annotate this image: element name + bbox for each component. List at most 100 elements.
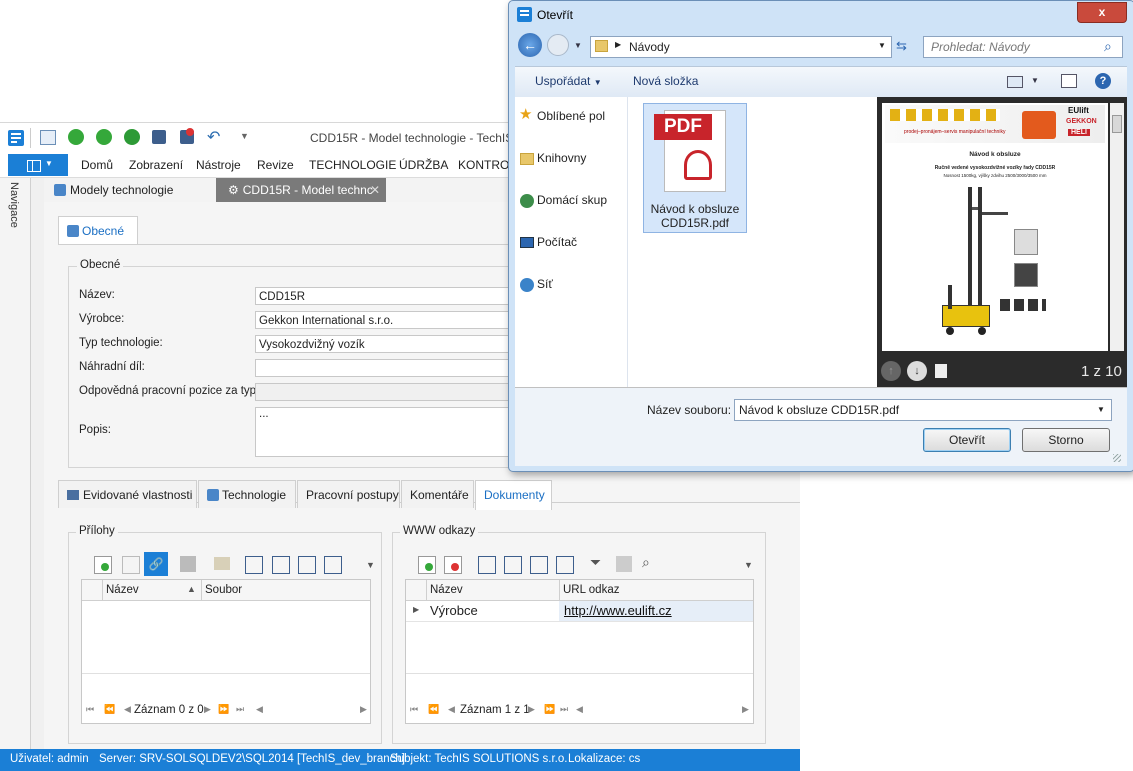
menu-nastroje[interactable]: Nástroje	[196, 158, 241, 172]
remove-attachment-icon[interactable]	[122, 556, 140, 574]
back-button[interactable]: ←	[518, 33, 542, 57]
scroll-left-icon[interactable]: ◀	[256, 704, 263, 715]
clear-filter-icon[interactable]	[616, 556, 632, 572]
save-file-icon[interactable]	[180, 556, 196, 572]
close-icon[interactable]: ✕	[370, 178, 380, 202]
columns-icon[interactable]	[272, 556, 290, 574]
file-menu-button[interactable]: ▼	[8, 154, 68, 176]
scroll-right-icon[interactable]: ▶	[742, 704, 749, 715]
tab-technologie[interactable]: Technologie	[198, 480, 296, 508]
nav-first-icon[interactable]: ⏮	[86, 704, 94, 715]
grid-view-icon[interactable]	[478, 556, 496, 574]
view-dropdown-icon[interactable]: ▼	[1031, 76, 1039, 85]
view-options-icon[interactable]	[1007, 76, 1023, 88]
nav-next-icon[interactable]: ▶	[204, 704, 211, 715]
nav-computer[interactable]: Počítač	[537, 235, 577, 249]
next-page-button[interactable]: ↓	[907, 361, 927, 381]
app-logo-icon[interactable]	[8, 130, 24, 146]
refresh-icon[interactable]	[124, 129, 140, 145]
window-icon[interactable]	[40, 130, 56, 145]
down-arrow-icon[interactable]	[96, 129, 112, 145]
filter-icon[interactable]: ⏷	[590, 554, 601, 571]
help-icon[interactable]: ?	[1095, 73, 1111, 89]
menu-domu[interactable]: Domů	[81, 158, 113, 172]
nav-prev-icon[interactable]: ◀	[124, 704, 131, 715]
nav-homegroup[interactable]: Domácí skup	[537, 193, 607, 207]
undo-icon[interactable]: ↶	[207, 127, 220, 147]
grid-view-icon[interactable]	[245, 556, 263, 574]
nav-prev-page-icon[interactable]: ⏪	[104, 704, 115, 715]
nazev-field[interactable]: CDD15R	[255, 287, 515, 305]
tab-evidovane-vlastnosti[interactable]: Evidované vlastnosti	[58, 480, 197, 508]
save-icon[interactable]	[152, 130, 166, 144]
columns-icon[interactable]	[504, 556, 522, 574]
save-close-icon[interactable]	[180, 128, 194, 144]
nav-favorites[interactable]: Oblíbené pol	[537, 109, 605, 123]
nav-next-page-icon[interactable]: ⏩	[544, 704, 555, 715]
search-input[interactable]: Prohledat: Návody ⌕	[923, 36, 1123, 58]
navigation-sidebar[interactable]: Navigace	[0, 178, 31, 749]
qat-dropdown-icon[interactable]: ▼	[240, 131, 249, 141]
organize-button[interactable]: Uspořádat ▼	[535, 74, 602, 88]
scroll-right-icon[interactable]: ▶	[360, 704, 367, 715]
nav-next-icon[interactable]: ▶	[528, 704, 535, 715]
nav-next-page-icon[interactable]: ⏩	[218, 704, 229, 715]
rows-icon[interactable]	[530, 556, 548, 574]
refresh-icon[interactable]: ⇆	[896, 38, 907, 54]
col-nazev[interactable]: Název	[430, 584, 463, 596]
toolbar-overflow-icon[interactable]: ▼	[744, 560, 753, 570]
nav-network[interactable]: Síť	[537, 277, 553, 291]
vyrobce-field[interactable]: Gekkon International s.r.o.	[255, 311, 515, 329]
open-folder-icon[interactable]	[214, 557, 230, 570]
col-soubor[interactable]: Soubor	[205, 584, 242, 596]
page-view-icon[interactable]	[935, 364, 947, 378]
menu-zobrazeni[interactable]: Zobrazení	[129, 158, 183, 172]
nav-prev-icon[interactable]: ◀	[448, 704, 455, 715]
resize-grip-icon[interactable]	[1113, 454, 1121, 462]
preview-scrollbar[interactable]	[1110, 103, 1124, 351]
filename-dropdown-icon[interactable]: ▼	[1097, 405, 1105, 414]
tab-dokumenty[interactable]: Dokumenty	[475, 480, 552, 510]
menu-revize[interactable]: Revize	[257, 158, 294, 172]
prev-page-button[interactable]: ↑	[881, 361, 901, 381]
table-icon[interactable]	[324, 556, 342, 574]
nav-first-icon[interactable]: ⏮	[410, 704, 418, 715]
popis-field[interactable]: ...	[255, 407, 515, 457]
cancel-button[interactable]: Storno	[1022, 428, 1110, 452]
table-icon[interactable]	[556, 556, 574, 574]
col-nazev[interactable]: Název	[106, 584, 139, 596]
tab-obecne[interactable]: Obecné	[58, 216, 138, 245]
row-url-link[interactable]: http://www.eulift.cz	[564, 603, 672, 618]
add-attachment-icon[interactable]	[94, 556, 112, 574]
forward-button[interactable]	[547, 34, 569, 56]
close-button[interactable]: x	[1077, 2, 1127, 23]
up-arrow-icon[interactable]	[68, 129, 84, 145]
address-bar[interactable]: ▶ Návody ▼	[590, 36, 892, 58]
nav-libraries[interactable]: Knihovny	[537, 151, 586, 165]
nahradni-dil-field[interactable]	[255, 359, 515, 377]
search-icon[interactable]: ⌕	[642, 554, 650, 571]
search-icon[interactable]: ⌕	[1104, 38, 1112, 55]
typ-technologie-field[interactable]: Vysokozdvižný vozík	[255, 335, 515, 353]
scroll-left-icon[interactable]: ◀	[576, 704, 583, 715]
rows-icon[interactable]	[298, 556, 316, 574]
menu-udrzba[interactable]: ÚDRŽBA	[399, 158, 448, 172]
open-button[interactable]: Otevřít	[923, 428, 1011, 452]
address-dropdown-icon[interactable]: ▼	[878, 41, 886, 50]
filename-input[interactable]: Návod k obsluze CDD15R.pdf ▼	[734, 399, 1112, 421]
doc-tab-modely[interactable]: Modely technologie	[54, 178, 214, 202]
tab-pracovni-postupy[interactable]: Pracovní postupy	[297, 480, 400, 508]
link-icon[interactable]: 🔗	[144, 552, 168, 576]
pracovni-pozice-field[interactable]	[255, 383, 515, 401]
menu-technologie[interactable]: TECHNOLOGIE	[309, 158, 396, 172]
nav-last-icon[interactable]: ⏭	[236, 704, 244, 715]
toolbar-overflow-icon[interactable]: ▼	[366, 560, 375, 570]
history-dropdown-icon[interactable]: ▼	[574, 41, 582, 50]
tab-komentare[interactable]: Komentáře	[401, 480, 474, 508]
preview-pane-icon[interactable]	[1061, 74, 1077, 88]
doc-tab-cdd15r[interactable]: ⚙ CDD15R - Model technc ✕	[216, 178, 386, 202]
nav-last-icon[interactable]: ⏭	[560, 704, 568, 715]
col-url[interactable]: URL odkaz	[563, 584, 619, 596]
file-item-selected[interactable]: PDF Návod k obsluze CDD15R.pdf	[643, 103, 747, 233]
nav-prev-page-icon[interactable]: ⏪	[428, 704, 439, 715]
